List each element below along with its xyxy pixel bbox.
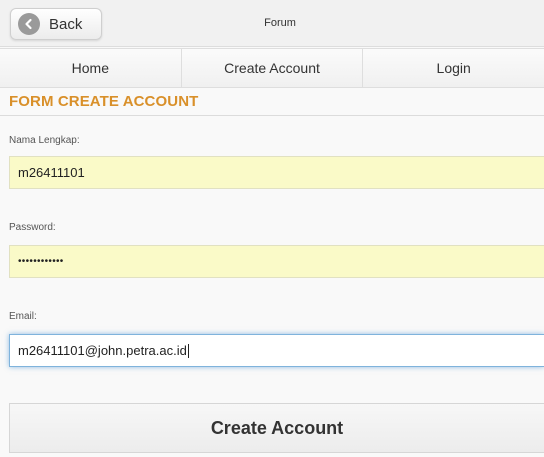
- back-button[interactable]: Back: [10, 8, 102, 40]
- password-input-value: ••••••••••••: [18, 256, 64, 267]
- password-input[interactable]: ••••••••••••: [9, 245, 544, 278]
- email-input-value: m26411101@john.petra.ac.id: [18, 343, 187, 358]
- email-label: Email:: [9, 311, 37, 322]
- email-input[interactable]: m26411101@john.petra.ac.id: [9, 334, 544, 367]
- form-heading: FORM CREATE ACCOUNT: [9, 93, 199, 110]
- heading-divider: [0, 115, 544, 116]
- navbar: Home Create Account Login: [0, 48, 544, 88]
- name-label: Nama Lengkap:: [9, 135, 80, 146]
- create-account-button[interactable]: Create Account: [9, 403, 544, 453]
- nav-item-login[interactable]: Login: [363, 49, 544, 87]
- name-input-value: m26411101: [18, 165, 85, 180]
- text-caret: [187, 343, 189, 358]
- page-title: Forum: [264, 17, 296, 29]
- create-account-page: Back Forum Home Create Account Login FOR…: [0, 0, 544, 457]
- back-button-label: Back: [49, 15, 83, 33]
- arrow-left-icon: [18, 13, 40, 35]
- password-label: Password:: [9, 222, 56, 233]
- name-input[interactable]: m26411101: [9, 156, 544, 189]
- nav-item-create-account[interactable]: Create Account: [181, 49, 364, 87]
- nav-item-home[interactable]: Home: [0, 49, 182, 87]
- header-bar: Back Forum: [0, 0, 544, 47]
